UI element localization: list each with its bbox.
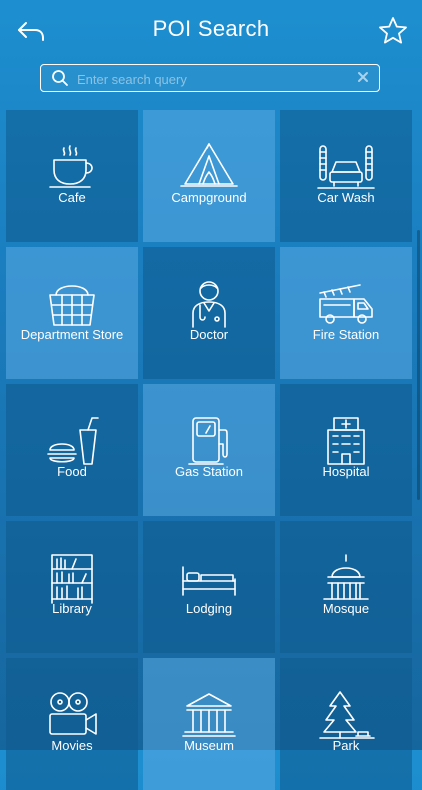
film-camera-icon [49,692,97,735]
category-tile-library[interactable]: Library [6,521,138,653]
category-label: Gas Station [175,464,243,479]
dome-building-icon [323,554,369,600]
category-label: Car Wash [317,190,375,205]
category-tile-park[interactable]: Park [280,658,412,790]
bed-icon [182,566,236,596]
star-icon [379,17,407,44]
category-label: Movies [51,738,93,753]
category-label: Mosque [322,601,370,616]
category-tile-gas-station[interactable]: Gas Station [143,384,275,516]
tent-icon [180,143,238,187]
category-label: Department Store [20,327,124,342]
bookshelf-icon [51,554,93,604]
category-label: Doctor [189,327,229,342]
fuel-pump-icon [188,417,228,465]
coffee-cup-icon [49,145,93,188]
category-tile-lodging[interactable]: Lodging [143,521,275,653]
category-tile-food[interactable]: Food [6,384,138,516]
category-tile-fire-station[interactable]: Fire Station [280,247,412,379]
search-bar [40,64,380,92]
category-tile-department-store[interactable]: Department Store [6,247,138,379]
car-wash-icon [317,145,375,189]
category-label: Lodging [185,601,233,616]
category-tile-campground[interactable]: Campground [143,110,275,242]
category-label: Hospital [322,464,370,479]
search-input[interactable] [75,67,359,91]
category-label: Food [57,464,87,479]
category-label: Park [332,738,360,753]
category-tile-doctor[interactable]: Doctor [143,247,275,379]
clear-icon[interactable] [355,69,371,85]
fast-food-icon [47,417,99,465]
tree-icon [319,691,375,739]
category-tile-hospital[interactable]: Hospital [280,384,412,516]
shopping-basket-icon [49,285,95,326]
search-icon [52,70,68,86]
category-label: Cafe [58,190,86,205]
category-tile-cafe[interactable]: Cafe [6,110,138,242]
category-tile-museum[interactable]: Museum [143,658,275,790]
page-title: POI Search [152,16,270,41]
category-tile-car-wash[interactable]: Car Wash [280,110,412,242]
scrollbar[interactable] [417,230,420,500]
fire-truck-icon [319,284,373,324]
museum-icon [182,693,236,737]
category-grid: Cafe Campground Car Wash Department Stor… [6,110,416,790]
category-label: Museum [184,738,234,753]
favorite-button[interactable] [376,14,410,48]
category-label: Fire Station [312,327,380,342]
hospital-building-icon [327,417,365,465]
category-tile-mosque[interactable]: Mosque [280,521,412,653]
doctor-icon [192,281,226,328]
header-bar: POI Search [0,0,422,60]
category-tile-movies[interactable]: Movies [6,658,138,790]
category-label: Campground [171,190,247,205]
category-label: Library [52,601,92,616]
